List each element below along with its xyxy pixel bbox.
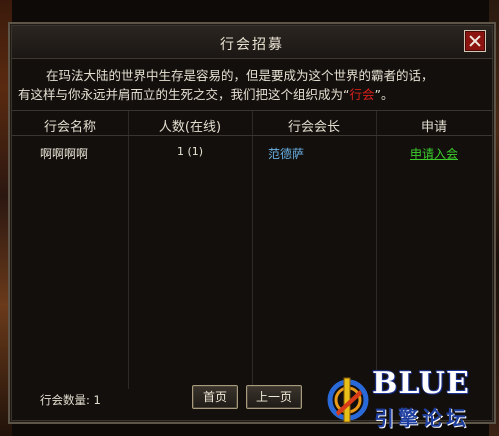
logo-sub-text: 引擎论坛 (374, 406, 470, 430)
intro-line-1: 在玛法大陆的世界中生存是容易的，但是要成为这个世界的霸者的话， (46, 68, 434, 83)
table-header: 行会名称 人数(在线) 行会会长 申请 (12, 111, 492, 136)
header-guild-leader: 行会会长 (287, 120, 340, 135)
intro-line-2-start: 有这样与你永远并肩而立的生死之交，我们把这个组织成为“ (18, 87, 350, 102)
logo-emblem-icon (327, 377, 369, 423)
apply-join-link[interactable]: 申请入会 (376, 145, 492, 162)
guild-count-label: 行会数量: 1 (40, 393, 101, 407)
header-guild-name: 行会名称 (43, 120, 96, 135)
header-apply: 申请 (420, 120, 447, 135)
guild-name-cell: 啊啊啊啊 (40, 147, 89, 161)
logo-main-text: BLUE (372, 366, 470, 401)
header-member-count: 人数(在线) (158, 120, 222, 135)
guild-table: 行会名称 人数(在线) 行会会长 申请 啊啊啊啊 1 (1) 范德萨 申请入会 (12, 110, 492, 389)
intro-line-2: 有这样与你永远并肩而立的生死之交，我们把这个组织成为“行会”。 (18, 87, 393, 102)
dialog-titlebar[interactable]: 行会招募 (12, 26, 492, 59)
first-page-button[interactable]: 首页 (192, 385, 238, 409)
prev-page-button[interactable]: 上一页 (246, 385, 302, 409)
table-row[interactable]: 啊啊啊啊 1 (1) 范德萨 申请入会 (12, 145, 492, 165)
guild-leader-cell: 范德萨 (268, 147, 305, 161)
dialog-title: 行会招募 (220, 37, 284, 53)
member-count-cell: 1 (1) (176, 145, 204, 158)
intro-text: 在玛法大陆的世界中生存是容易的，但是要成为这个世界的霸者的话， 有这样与你永远并… (18, 66, 486, 104)
close-icon[interactable] (464, 30, 486, 52)
intro-line-2-end: ”。 (374, 87, 394, 102)
blue-engine-logo: BLUE 引擎论坛 (326, 364, 496, 434)
intro-highlight: 行会 (349, 87, 375, 102)
